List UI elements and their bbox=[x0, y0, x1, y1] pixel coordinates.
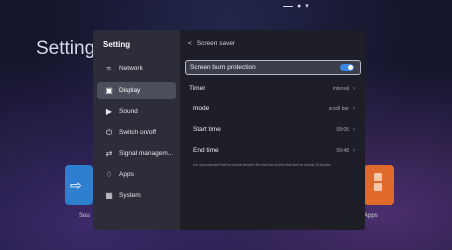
sidebar-item-label: System bbox=[119, 192, 141, 199]
sidebar-item-label: Sound bbox=[119, 108, 138, 115]
timer-value: interval bbox=[332, 85, 349, 92]
row-label: Start time bbox=[193, 126, 221, 133]
display-icon: ▣ bbox=[105, 86, 113, 95]
end-time-row[interactable]: End time 09:48 › bbox=[193, 143, 361, 158]
page-title: Screen saver bbox=[196, 40, 236, 47]
power-icon: ⏻ bbox=[105, 127, 113, 137]
background-page-title: Setting bbox=[36, 38, 96, 59]
sidebar-item-signal-management[interactable]: ⇄ Signal managem... bbox=[97, 145, 176, 162]
mode-row[interactable]: mode scroll bar › bbox=[193, 101, 361, 116]
wifi-icon: ≈ bbox=[106, 64, 112, 73]
apps-tile-icon-part bbox=[374, 183, 382, 191]
timer-row[interactable]: Timer interval › bbox=[185, 81, 361, 96]
sidebar-title: Setting bbox=[103, 40, 131, 49]
sidebar-item-apps[interactable]: ♢ Apps bbox=[97, 166, 176, 183]
speaker-icon: ▶ bbox=[105, 107, 113, 116]
start-time-value: 09:05 bbox=[336, 126, 349, 133]
sidebar-item-switch-on-off[interactable]: ⏻ Switch on/off bbox=[97, 124, 176, 141]
chevron-right-icon: › bbox=[353, 105, 355, 112]
sidebar-item-label: Signal managem... bbox=[119, 150, 174, 157]
screen-burn-protection-toggle[interactable] bbox=[340, 64, 354, 71]
sidebar-item-display[interactable]: ▣ Display bbox=[97, 82, 176, 99]
sidebar-item-sound[interactable]: ▶ Sound bbox=[97, 103, 176, 120]
settings-sidebar: Setting ≈ Network ▣ Display ▶ Sound ⏻ Sw… bbox=[93, 30, 180, 230]
mode-value: scroll bar bbox=[328, 105, 349, 112]
sidebar-item-label: Switch on/off bbox=[119, 129, 157, 136]
row-label: mode bbox=[193, 105, 210, 112]
end-time-value: 09:48 bbox=[336, 147, 349, 154]
toggle-knob bbox=[348, 65, 353, 70]
apps-tile-label: Apps bbox=[364, 213, 378, 219]
sources-tile[interactable]: ⇨ bbox=[65, 165, 93, 205]
row-label: Timer bbox=[189, 85, 206, 92]
apps-tile-icon bbox=[374, 173, 382, 181]
signal-icon: ⇄ bbox=[105, 149, 113, 158]
row-label: End time bbox=[193, 147, 219, 154]
sidebar-item-system[interactable]: ▦ System bbox=[97, 187, 176, 204]
screen-saver-page: < Screen saver Screen burn protection Ti… bbox=[180, 30, 365, 230]
system-icon: ▦ bbox=[105, 191, 113, 200]
input-source-icon: ⇨ bbox=[70, 177, 82, 193]
status-bar: ● ▾ bbox=[283, 2, 309, 10]
interval-note: It is recommended that the interval betw… bbox=[193, 163, 331, 167]
row-label: Screen burn protection bbox=[190, 64, 256, 71]
chevron-right-icon: › bbox=[353, 126, 355, 133]
chevron-right-icon: › bbox=[353, 147, 355, 154]
sidebar-item-network[interactable]: ≈ Network bbox=[97, 60, 176, 77]
sidebar-item-label: Display bbox=[119, 87, 141, 94]
chevron-right-icon: › bbox=[353, 85, 355, 92]
start-time-row[interactable]: Start time 09:05 › bbox=[193, 122, 361, 137]
sidebar-item-label: Network bbox=[119, 65, 143, 72]
sources-tile-label: Sou bbox=[79, 213, 90, 219]
screen-burn-protection-row[interactable]: Screen burn protection bbox=[185, 60, 361, 75]
apps-icon: ♢ bbox=[105, 170, 113, 179]
status-line bbox=[283, 5, 293, 7]
apps-tile[interactable] bbox=[364, 165, 394, 205]
wifi-status-icon: ▾ bbox=[305, 3, 309, 10]
breadcrumb: < Screen saver bbox=[188, 40, 235, 47]
settings-panel: Setting ≈ Network ▣ Display ▶ Sound ⏻ Sw… bbox=[93, 30, 365, 230]
sidebar-item-label: Apps bbox=[119, 171, 134, 178]
back-button[interactable]: < bbox=[188, 40, 192, 47]
user-icon: ● bbox=[297, 2, 302, 10]
